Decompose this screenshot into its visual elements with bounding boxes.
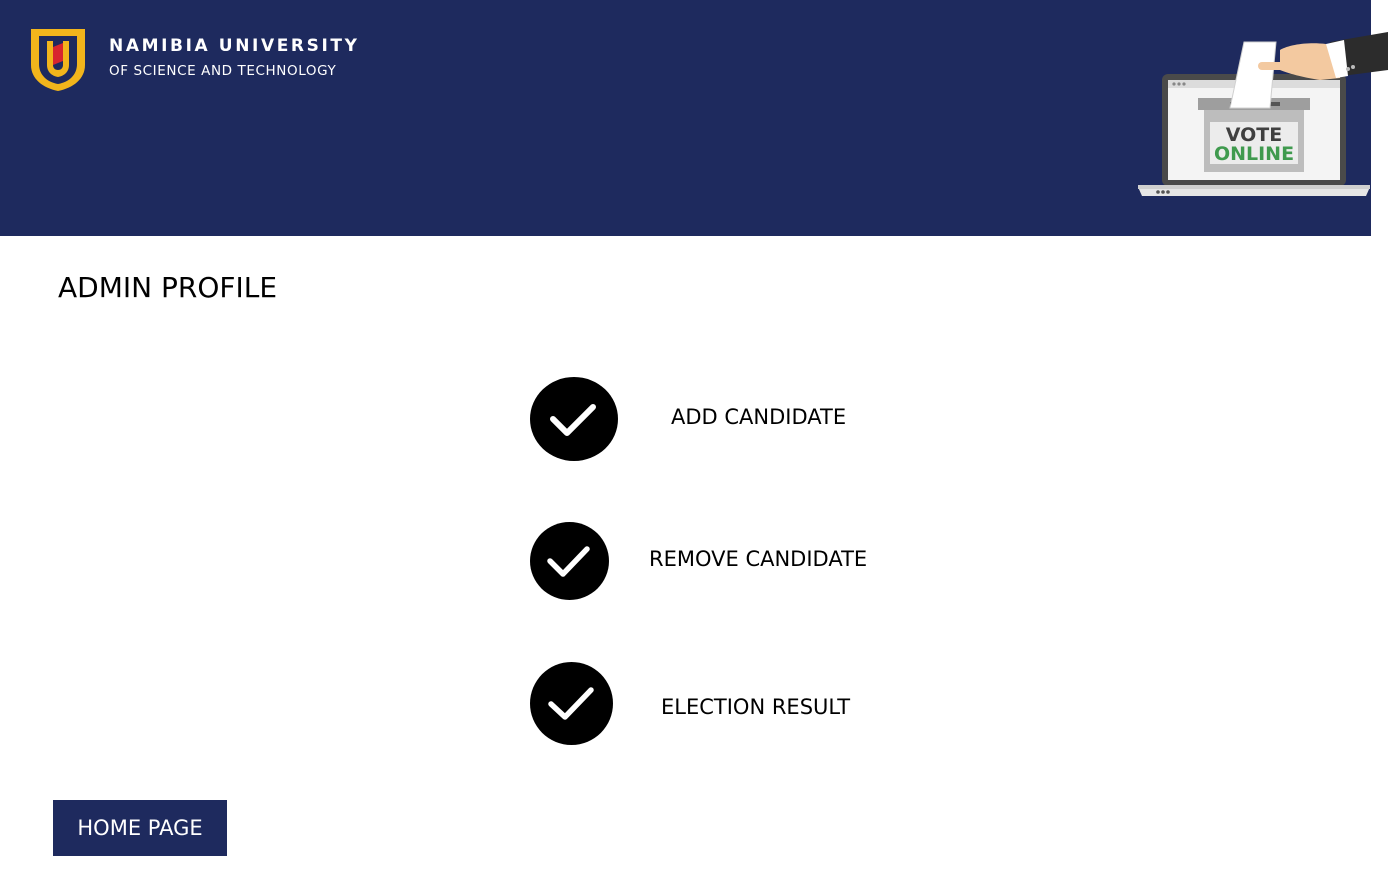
home-page-button[interactable]: HOME PAGE xyxy=(53,800,227,856)
check-circle-icon xyxy=(530,522,609,600)
page-title: ADMIN PROFILE xyxy=(58,271,278,304)
vote-online-laptop-icon xyxy=(1138,32,1388,196)
online-label: ONLINE xyxy=(1213,143,1295,165)
page: NAMIBIA UNIVERSITY OF SCIENCE AND TECHNO… xyxy=(0,0,1388,881)
add-candidate-label: ADD CANDIDATE xyxy=(671,405,847,429)
election-result-label: ELECTION RESULT xyxy=(661,695,851,719)
add-candidate-link[interactable]: ADD CANDIDATE xyxy=(530,377,930,461)
university-subtitle: OF SCIENCE AND TECHNOLOGY xyxy=(109,63,337,79)
election-result-link[interactable]: ELECTION RESULT xyxy=(530,661,930,745)
remove-candidate-label: REMOVE CANDIDATE xyxy=(649,547,868,571)
university-logo-icon xyxy=(31,29,85,91)
university-name: NAMIBIA UNIVERSITY xyxy=(109,36,360,56)
header-banner: NAMIBIA UNIVERSITY OF SCIENCE AND TECHNO… xyxy=(0,0,1388,236)
remove-candidate-link[interactable]: REMOVE CANDIDATE xyxy=(530,521,930,605)
check-circle-icon xyxy=(530,377,618,461)
check-circle-icon xyxy=(530,662,613,745)
